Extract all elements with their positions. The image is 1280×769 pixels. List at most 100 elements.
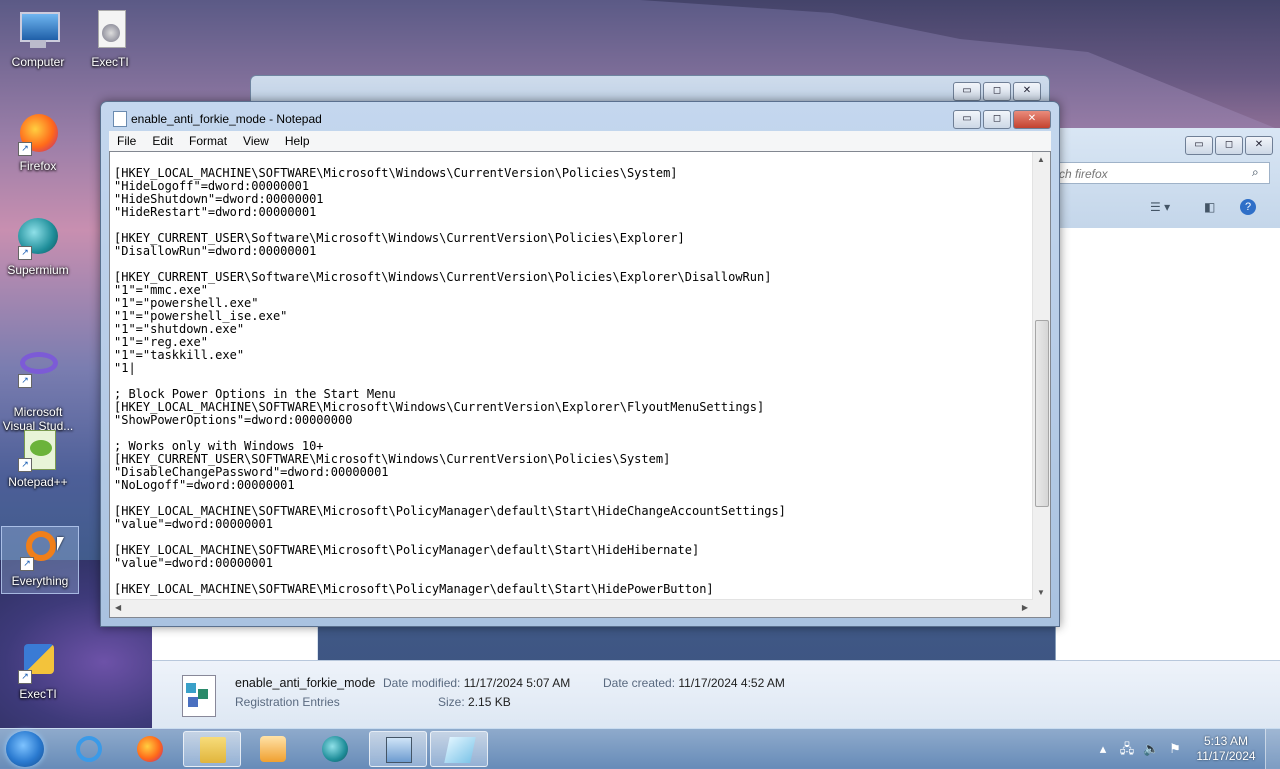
explorer-window[interactable]: ▭ ◻ ✕ ch firefox ⌕ ☰ ▾ ◧ ? (1055, 128, 1280, 728)
minimize-button[interactable]: ▭ (953, 110, 981, 129)
search-icon[interactable]: ⌕ (1252, 165, 1259, 180)
scroll-right-icon[interactable]: ▶ (1022, 603, 1028, 612)
scroll-down-icon[interactable]: ▼ (1037, 588, 1045, 597)
computer-icon (16, 8, 60, 52)
close-button[interactable]: ✕ (1013, 82, 1041, 101)
date-created-value: 11/17/2024 4:52 AM (678, 676, 785, 690)
text-line: "value"=dword:00000001 (114, 556, 273, 570)
action-center-flag-icon[interactable]: ⚑ (1167, 741, 1183, 757)
reg-file-icon (176, 673, 220, 717)
notepad-icon (444, 737, 476, 763)
system-tray: ▴ 🖧 🔈 ⚑ 5:13 AM 11/17/2024 (1091, 729, 1280, 769)
menu-help[interactable]: Help (277, 134, 318, 148)
text-line: "DisallowRun"=dword:00000001 (114, 244, 317, 258)
close-button[interactable]: ✕ (1245, 136, 1273, 155)
desktop-icon-label: Supermium (7, 263, 69, 277)
text-line: "1"="powershell_ise.exe" (114, 309, 288, 323)
menu-bar: File Edit Format View Help (109, 131, 1051, 151)
menu-format[interactable]: Format (181, 134, 235, 148)
text-line: "NoLogoff"=dword:00000001 (114, 478, 295, 492)
help-icon[interactable]: ? (1240, 199, 1256, 215)
show-hidden-icons-icon[interactable]: ▴ (1095, 741, 1111, 757)
media-player-icon (260, 736, 286, 762)
taskbar-internet-explorer[interactable] (60, 731, 118, 767)
scroll-thumb[interactable] (1035, 320, 1049, 507)
supermium-icon (322, 736, 348, 762)
menu-edit[interactable]: Edit (144, 134, 181, 148)
desktop-icon-label: Firefox (19, 159, 57, 173)
text-line: [HKEY_CURRENT_USER\Software\Microsoft\Wi… (114, 270, 772, 284)
date-modified-label: Date modified: (383, 676, 461, 690)
close-button[interactable]: ✕ (1013, 110, 1051, 129)
minimize-button[interactable]: ▭ (1185, 136, 1213, 155)
desktop-icon-computer[interactable]: Computer (0, 8, 76, 69)
scrollbar-corner (1033, 600, 1050, 617)
desktop-icon-execti[interactable]: ExecTI (72, 8, 148, 69)
date-modified-value: 11/17/2024 5:07 AM (463, 676, 571, 690)
taskbar-notepad[interactable] (430, 731, 488, 767)
clock-time: 5:13 AM (1203, 734, 1249, 748)
desktop-icon-everything[interactable]: ↗ Everything (1, 526, 79, 594)
show-desktop-button[interactable] (1265, 729, 1280, 769)
volume-icon[interactable]: 🔈 (1143, 741, 1159, 757)
taskbar-file-explorer[interactable] (183, 731, 241, 767)
exec-ti-icon (88, 8, 132, 52)
minimize-button[interactable]: ▭ (953, 82, 981, 101)
control-panel-icon (386, 737, 412, 763)
mouse-cursor-icon (57, 537, 64, 551)
details-filename: enable_anti_forkie_mode (235, 676, 376, 690)
menu-file[interactable]: File (109, 134, 144, 148)
network-icon[interactable]: 🖧 (1119, 741, 1135, 757)
search-input[interactable]: ch firefox (1056, 162, 1270, 184)
taskbar-control-panel[interactable] (369, 731, 427, 767)
date-created-label: Date created: (603, 676, 676, 690)
notepad-window[interactable]: enable_anti_forkie_mode - Notepad ▭ ◻ ✕ … (100, 101, 1060, 627)
notepadpp-icon: ↗ (16, 428, 60, 472)
shortcut-arrow-icon: ↗ (18, 458, 32, 472)
maximize-button[interactable]: ◻ (983, 82, 1011, 101)
internet-explorer-icon (76, 736, 102, 762)
text-editor[interactable]: [HKEY_LOCAL_MACHINE\SOFTWARE\Microsoft\W… (109, 151, 1051, 618)
size-value: 2.15 KB (468, 695, 511, 709)
text-line: "1| (114, 361, 136, 375)
vertical-scrollbar[interactable]: ▲ ▼ (1032, 152, 1050, 600)
text-line: "1"="shutdown.exe" (114, 322, 245, 336)
preview-pane-icon[interactable]: ◧ (1204, 200, 1215, 214)
desktop-icon-execti-shield[interactable]: ↗ ExecTI (0, 640, 76, 701)
taskbar-firefox[interactable] (121, 731, 179, 767)
scroll-up-icon[interactable]: ▲ (1037, 155, 1045, 164)
taskbar: ▴ 🖧 🔈 ⚑ 5:13 AM 11/17/2024 (0, 728, 1280, 769)
desktop-icon-notepadpp[interactable]: ↗ Notepad++ (0, 428, 76, 489)
clock[interactable]: 5:13 AM 11/17/2024 (1187, 734, 1265, 764)
shortcut-arrow-icon: ↗ (20, 557, 34, 571)
menu-view[interactable]: View (235, 134, 277, 148)
firefox-icon (137, 736, 163, 762)
desktop-icon-firefox[interactable]: ↗ Firefox (0, 112, 76, 173)
maximize-button[interactable]: ◻ (983, 110, 1011, 129)
window-title: enable_anti_forkie_mode - Notepad (131, 112, 322, 126)
view-options-icon[interactable]: ☰ ▾ (1150, 200, 1170, 214)
text-line: "ShowPowerOptions"=dword:00000000 (114, 413, 353, 427)
desktop-icon-label: Everything (11, 574, 69, 588)
taskbar-media-player[interactable] (244, 731, 302, 767)
text-line: [HKEY_LOCAL_MACHINE\SOFTWARE\Microsoft\P… (114, 582, 714, 596)
scroll-left-icon[interactable]: ◀ (115, 603, 121, 612)
text-content[interactable]: [HKEY_LOCAL_MACHINE\SOFTWARE\Microsoft\W… (114, 154, 1032, 598)
notepad-icon (113, 111, 127, 127)
file-explorer-icon (200, 737, 226, 763)
desktop-icon-label: ExecTI (19, 687, 57, 701)
taskbar-supermium[interactable] (306, 731, 364, 767)
text-line: "1"="reg.exe" (114, 335, 208, 349)
exec-ti-shield-icon: ↗ (16, 640, 60, 684)
desktop-icon-label: ExecTI (91, 55, 129, 69)
size-label: Size: (438, 695, 465, 709)
desktop-icon-supermium[interactable]: ↗ Supermium (0, 216, 76, 277)
everything-icon: ↗ (18, 527, 62, 571)
details-filetype: Registration Entries (235, 695, 340, 709)
shortcut-arrow-icon: ↗ (18, 246, 32, 260)
start-button[interactable] (6, 731, 44, 767)
horizontal-scrollbar[interactable]: ◀ ▶ (110, 599, 1033, 617)
maximize-button[interactable]: ◻ (1215, 136, 1243, 155)
shortcut-arrow-icon: ↗ (18, 670, 32, 684)
desktop-icon-label: Notepad++ (8, 475, 68, 489)
